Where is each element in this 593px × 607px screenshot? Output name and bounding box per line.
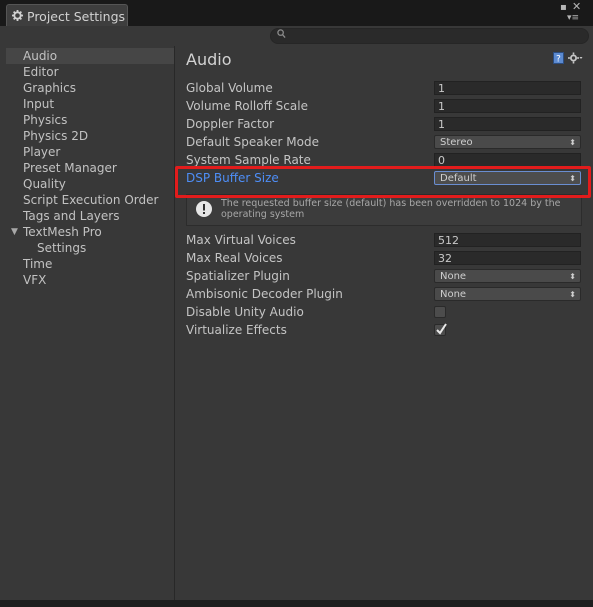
disable-unity-audio-checkbox[interactable] — [434, 306, 446, 318]
spatializer-plugin-label: Spatializer Plugin — [186, 269, 290, 283]
default-speaker-mode-label: Default Speaker Mode — [186, 135, 319, 149]
global-volume-label: Global Volume — [186, 81, 273, 95]
max-virtual-voices-label: Max Virtual Voices — [186, 233, 296, 247]
spatializer-plugin-dropdown[interactable]: None ⬍ — [434, 269, 581, 283]
sidebar: Audio Editor Graphics Input Physics Phys… — [6, 46, 174, 600]
sidebar-item-tags-and-layers[interactable]: Tags and Layers — [6, 208, 174, 224]
doppler-factor-field[interactable]: 1 — [434, 117, 581, 131]
default-speaker-mode-dropdown[interactable]: Stereo ⬍ — [434, 135, 581, 149]
page-title: Audio — [186, 50, 232, 69]
sidebar-item-textmesh-settings[interactable]: Settings — [6, 240, 174, 256]
system-sample-rate-field[interactable]: 0 — [434, 153, 581, 167]
highlight-annotation-box — [175, 166, 591, 198]
close-icon[interactable]: ✕ — [572, 1, 581, 12]
help-book-icon[interactable]: ? — [553, 52, 564, 67]
gear-icon[interactable] — [568, 52, 583, 67]
sidebar-item-physics[interactable]: Physics — [6, 112, 174, 128]
warning-icon — [195, 200, 213, 221]
doppler-factor-label: Doppler Factor — [186, 117, 275, 131]
tab-title: Project Settings — [27, 8, 126, 24]
buffer-warning-box: The requested buffer size (default) has … — [186, 194, 582, 226]
menu-icon[interactable]: ▾≡ — [567, 13, 579, 23]
virtualize-effects-checkbox[interactable] — [434, 323, 447, 339]
sidebar-item-input[interactable]: Input — [6, 96, 174, 112]
max-real-voices-label: Max Real Voices — [186, 251, 283, 265]
ambisonic-decoder-plugin-dropdown[interactable]: None ⬍ — [434, 287, 581, 301]
sidebar-item-audio[interactable]: Audio — [6, 48, 174, 64]
buffer-warning-text: The requested buffer size (default) has … — [221, 198, 561, 220]
default-speaker-mode-value: Stereo — [440, 137, 473, 148]
sidebar-item-physics-2d[interactable]: Physics 2D — [6, 128, 174, 144]
settings-gear-icon — [12, 9, 27, 24]
volume-rolloff-scale-label: Volume Rolloff Scale — [186, 99, 308, 113]
volume-rolloff-scale-field[interactable]: 1 — [434, 99, 581, 113]
disable-unity-audio-label: Disable Unity Audio — [186, 305, 304, 319]
sidebar-item-editor[interactable]: Editor — [6, 64, 174, 80]
expand-arrow-icon[interactable]: ▼ — [11, 224, 18, 240]
spatializer-plugin-value: None — [440, 271, 467, 282]
dropdown-arrows-icon: ⬍ — [569, 138, 576, 147]
lock-icon[interactable]: ▪ — [560, 3, 567, 13]
title-bar: Project Settings ▪ ✕ ▾≡ — [0, 0, 593, 27]
max-real-voices-field[interactable]: 32 — [434, 251, 581, 265]
search-icon — [277, 28, 286, 42]
global-volume-field[interactable]: 1 — [434, 81, 581, 95]
tab-project-settings[interactable]: Project Settings — [6, 4, 128, 27]
sidebar-item-player[interactable]: Player — [6, 144, 174, 160]
sidebar-item-script-execution-order[interactable]: Script Execution Order — [6, 192, 174, 208]
sidebar-item-graphics[interactable]: Graphics — [6, 80, 174, 96]
bottom-strip — [0, 600, 593, 607]
svg-text:?: ? — [556, 55, 561, 65]
checkmark-icon — [435, 323, 447, 339]
sidebar-item-vfx[interactable]: VFX — [6, 272, 174, 288]
sidebar-item-quality[interactable]: Quality — [6, 176, 174, 192]
search-input[interactable] — [270, 28, 589, 44]
ambisonic-decoder-plugin-label: Ambisonic Decoder Plugin — [186, 287, 343, 301]
virtualize-effects-label: Virtualize Effects — [186, 323, 287, 337]
max-virtual-voices-field[interactable]: 512 — [434, 233, 581, 247]
ambisonic-decoder-plugin-value: None — [440, 289, 467, 300]
sidebar-item-time[interactable]: Time — [6, 256, 174, 272]
dropdown-arrows-icon: ⬍ — [569, 272, 576, 281]
dropdown-arrows-icon: ⬍ — [569, 290, 576, 299]
sidebar-item-preset-manager[interactable]: Preset Manager — [6, 160, 174, 176]
sidebar-item-textmesh-pro[interactable]: ▼ TextMesh Pro — [6, 224, 174, 240]
